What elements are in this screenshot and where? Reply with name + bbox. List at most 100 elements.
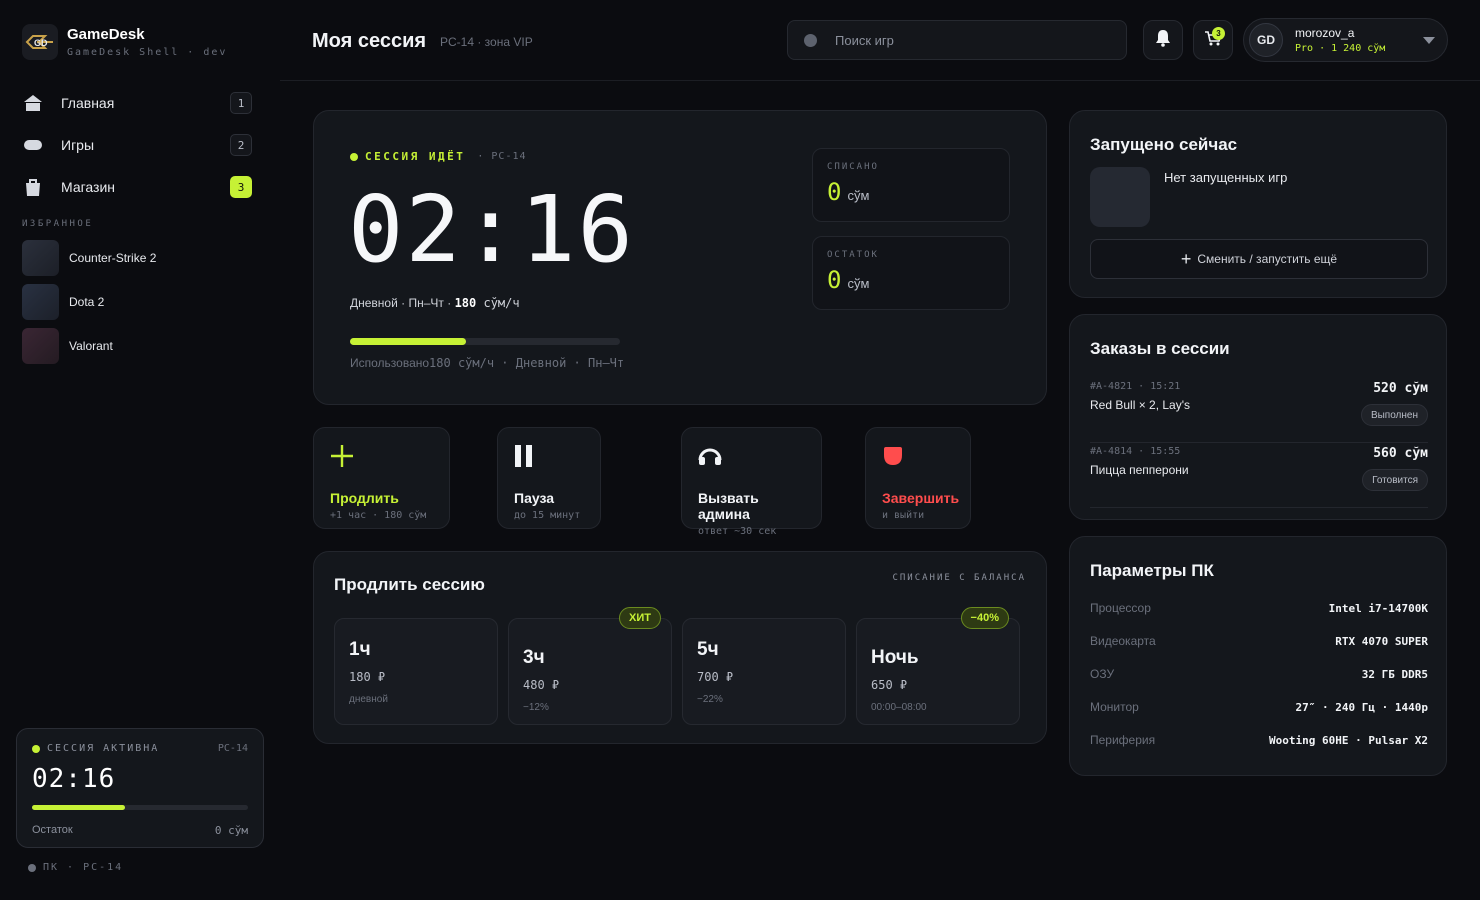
running-title: Запущено сейчас: [1090, 135, 1238, 154]
spec-value: 32 ГБ DDR5: [1361, 667, 1428, 681]
mini-session-progress: [32, 805, 248, 810]
switch-launch-label: Сменить / запустить ещё: [1197, 252, 1338, 266]
orders-title: Заказы в сессии: [1090, 339, 1230, 358]
pause-action-button[interactable]: Пауза до 15 минут: [497, 427, 601, 529]
plan-price: 700 ₽: [697, 670, 734, 684]
action-title: Пауза: [514, 490, 555, 506]
session-card: СЕССИЯ ИДЁТ · PC-14 02:16 Дневной · Пн–Ч…: [313, 110, 1047, 405]
tariff-prefix: Дневной · Пн–Чт ·: [350, 296, 455, 310]
plan-card-night[interactable]: −40% Ночь 650 ₽ 00:00–08:00: [856, 607, 1020, 725]
brand[interactable]: GD GameDesk GameDesk Shell · dev: [22, 24, 227, 60]
extend-action-button[interactable]: Продлить +1 час · 180 сўм: [313, 427, 450, 529]
brand-subtitle: GameDesk Shell · dev: [67, 47, 228, 58]
session-orders-panel: Заказы в сессии #A-4821 · 15:21 Red Bull…: [1069, 314, 1447, 520]
session-used-detail: 180 сўм/ч · Дневной · Пн–Чт: [429, 356, 625, 370]
top-header: Моя сессия PC-14 · зона VIP 3 GD morozov…: [280, 0, 1480, 81]
charged-label: СПИСАНО: [827, 162, 879, 172]
search-icon: [804, 33, 817, 47]
action-subtitle: +1 час · 180 сўм: [330, 510, 427, 521]
bell-icon: [1154, 29, 1172, 52]
plus-icon: +: [1180, 248, 1192, 269]
order-sum: 520 сўм: [1373, 381, 1428, 396]
game-thumbnail: [22, 284, 59, 320]
end-session-action-button[interactable]: Завершить и выйти: [865, 427, 971, 529]
plan-name: Ночь: [871, 647, 919, 668]
plan-card-3h[interactable]: ХИТ 3ч 480 ₽ −12%: [508, 607, 672, 725]
tariff-rate: 180: [454, 296, 477, 310]
stop-icon: [882, 442, 954, 470]
spec-key: Видеокарта: [1090, 634, 1156, 648]
search-input[interactable]: [835, 32, 1105, 48]
favorite-label: Valorant: [69, 339, 113, 353]
svg-text:GD: GD: [34, 38, 48, 48]
plan-name: 5ч: [697, 639, 719, 660]
plan-note: 00:00–08:00: [871, 702, 927, 713]
mini-session-status: СЕССИЯ АКТИВНА: [32, 743, 159, 754]
gamedesk-logo-icon: GD: [22, 24, 58, 60]
favorite-counter-strike-2[interactable]: Counter-Strike 2: [22, 240, 156, 276]
action-title: Продлить: [330, 490, 399, 506]
plan-note: −12%: [523, 702, 549, 713]
specs-title: Параметры ПК: [1090, 561, 1214, 580]
nav-label: Магазин: [61, 179, 116, 195]
mini-session-progress-fill: [32, 805, 125, 810]
plan-note: дневной: [349, 694, 388, 705]
status-dot-icon: [350, 152, 358, 161]
tariff-unit: сўм/ч: [476, 296, 520, 310]
plus-icon: [330, 442, 433, 470]
switch-launch-button[interactable]: + Сменить / запустить ещё: [1090, 239, 1428, 279]
nav-item-shop[interactable]: Магазин 3: [22, 170, 252, 204]
user-name: morozov_a: [1295, 26, 1355, 40]
pc-status-dot-icon: [28, 863, 36, 872]
favorite-valorant[interactable]: Valorant: [22, 328, 156, 364]
favorites-list: Counter-Strike 2 Dota 2 Valorant: [22, 240, 156, 372]
nav-item-home[interactable]: Главная 1: [22, 86, 252, 120]
session-pc: · PC-14: [477, 151, 527, 162]
spec-row-cpu: Процессор Intel i7-14700K: [1090, 601, 1428, 615]
plan-badge: ХИТ: [619, 607, 661, 629]
plan-card-1h[interactable]: 1ч 180 ₽ дневной: [334, 618, 498, 725]
order-row[interactable]: #A-4821 · 15:21 Red Bull × 2, Lay's 520 …: [1090, 381, 1428, 443]
extend-title: Продлить сессию: [334, 575, 485, 594]
plan-name: 1ч: [349, 639, 371, 660]
notifications-button[interactable]: [1143, 20, 1183, 60]
nav-count-badge: 1: [230, 92, 252, 114]
status-dot-icon: [32, 744, 40, 753]
favorite-dota-2[interactable]: Dota 2: [22, 284, 156, 320]
chevron-down-icon: [1423, 37, 1435, 44]
user-menu[interactable]: GD morozov_a Pro · 1 240 сўм: [1243, 18, 1448, 62]
page-title: Моя сессия: [312, 30, 427, 52]
extend-session-panel: Продлить сессию СПИСАНИЕ С БАЛАНСА 1ч 18…: [313, 551, 1047, 744]
plan-price: 650 ₽: [871, 678, 908, 692]
spec-key: Периферия: [1090, 733, 1156, 747]
order-sum: 560 сўм: [1373, 446, 1428, 461]
mini-session-remaining-label: Остаток: [32, 824, 73, 836]
main-nav: Главная 1 Игры 2 Магазин 3: [22, 86, 252, 212]
headset-icon: [698, 442, 805, 470]
call-admin-action-button[interactable]: Вызвать админа ответ ~30 сек: [681, 427, 822, 537]
pc-identifier: ПК · PC-14: [28, 862, 123, 873]
plan-card-5h[interactable]: 5ч 700 ₽ −22%: [682, 618, 846, 725]
shop-bag-icon: [22, 176, 44, 198]
remaining-unit: сўм: [847, 276, 870, 291]
pause-icon: [514, 442, 584, 470]
favorites-title: ИЗБРАННОЕ: [22, 219, 94, 229]
order-row[interactable]: #A-4814 · 15:55 Пицца пепперони 560 сўм …: [1090, 446, 1428, 508]
cart-button[interactable]: 3: [1193, 20, 1233, 60]
spec-value: Intel i7-14700K: [1328, 601, 1428, 615]
session-progress: [350, 338, 620, 345]
page-subtitle: PC-14 · зона VIP: [440, 35, 533, 49]
plan-price: 480 ₽: [523, 678, 560, 692]
session-used-label: Использовано: [350, 356, 430, 370]
spec-row-peripherals: Периферия Wooting 60HE · Pulsar X2: [1090, 733, 1428, 747]
charged-value: 0: [827, 178, 842, 206]
mini-session-widget[interactable]: СЕССИЯ АКТИВНА PC-14 02:16 Остаток 0 сўм: [16, 728, 264, 848]
search-box[interactable]: [787, 20, 1127, 60]
nav-count-badge: 2: [230, 134, 252, 156]
nav-item-games[interactable]: Игры 2: [22, 128, 252, 162]
game-thumbnail: [22, 240, 59, 276]
favorite-label: Counter-Strike 2: [69, 251, 157, 265]
session-used: Использовано180 сўм/ч · Дневной · Пн–Чт: [350, 356, 624, 370]
spec-row-gpu: Видеокарта RTX 4070 SUPER: [1090, 634, 1428, 648]
game-thumbnail: [22, 328, 59, 364]
